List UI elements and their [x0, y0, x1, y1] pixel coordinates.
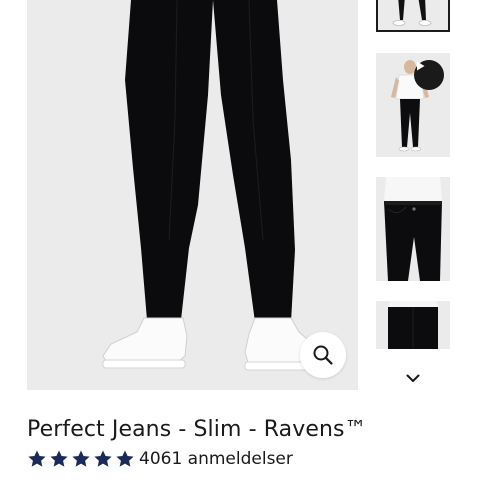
thumbnail-back-detail-image [376, 301, 450, 349]
thumbnails-next-button[interactable] [402, 370, 424, 386]
zoom-button[interactable] [300, 332, 346, 378]
star-icon [50, 450, 68, 467]
review-label: anmeldelser [187, 449, 293, 469]
thumbnail-1-selected[interactable] [376, 0, 450, 32]
jeans-legs-photo [27, 0, 358, 390]
star-icon [94, 450, 112, 467]
chevron-down-icon [406, 374, 420, 382]
thumbnail-jeans-image [378, 0, 448, 30]
rating-stars [27, 449, 135, 469]
star-icon [28, 450, 46, 467]
thumbnail-waist-detail-image [376, 177, 450, 281]
review-count: 4061 [139, 449, 183, 469]
thumbnail-3[interactable] [376, 177, 450, 281]
thumbnail-2-video[interactable] [376, 53, 450, 157]
star-icon [116, 450, 134, 467]
product-rating[interactable]: 4061 anmeldelser [27, 448, 293, 470]
thumbnail-4[interactable] [376, 301, 450, 349]
star-icon [72, 450, 90, 467]
product-title: Perfect Jeans - Slim - Ravens™ [27, 417, 367, 442]
play-icon [417, 61, 425, 71]
play-video-button[interactable] [414, 60, 444, 90]
review-count-text: 4061 anmeldelser [139, 449, 293, 469]
main-product-image[interactable] [27, 0, 358, 390]
magnifier-icon [313, 345, 333, 365]
